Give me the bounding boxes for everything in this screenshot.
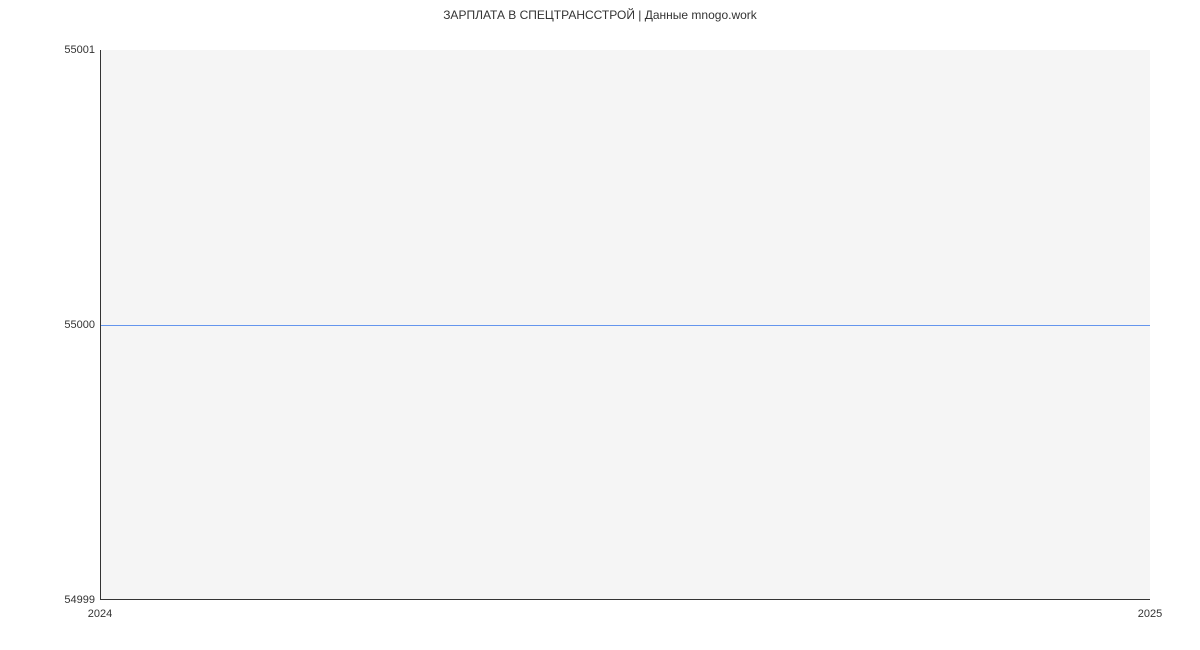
y-tick-55001: 55001 <box>64 44 95 56</box>
x-tick-2025: 2025 <box>1138 608 1162 620</box>
y-tick-55000: 55000 <box>64 319 95 331</box>
data-line <box>101 325 1150 326</box>
x-tick-2024: 2024 <box>88 608 112 620</box>
chart-title: ЗАРПЛАТА В СПЕЦТРАНССТРОЙ | Данные mnogo… <box>0 8 1200 22</box>
plot-area <box>100 50 1150 600</box>
y-tick-54999: 54999 <box>64 594 95 606</box>
